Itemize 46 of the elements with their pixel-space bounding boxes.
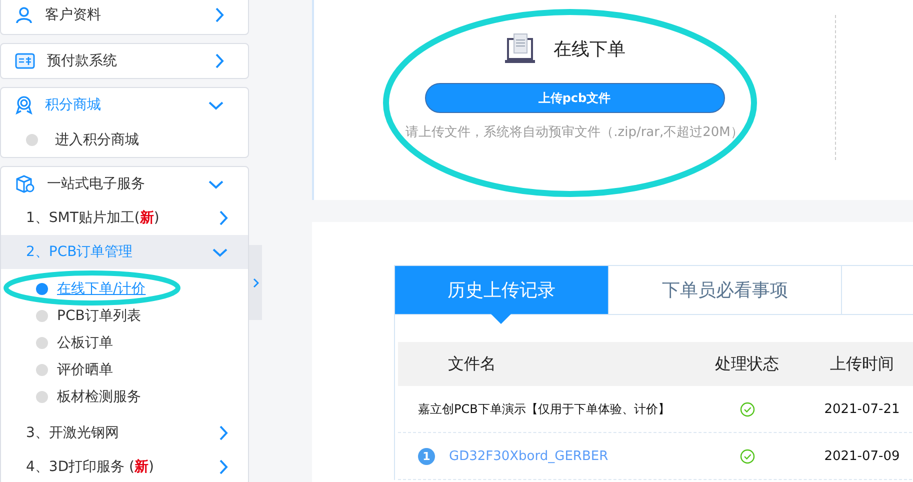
- bullet-dot: [36, 390, 48, 402]
- menu-item[interactable]: 公板订单: [1, 329, 248, 356]
- file-name: 嘉立创PCB下单演示【仅用于下单体验、计价】: [418, 400, 670, 418]
- menu-item[interactable]: PCB订单列表: [1, 302, 248, 329]
- menu-item[interactable]: 评价晒单: [1, 356, 248, 383]
- number-badge: 1: [418, 448, 435, 464]
- column-header: 文件名: [447, 354, 497, 374]
- table-cell-text: 2021-07-21: [823, 402, 901, 416]
- group-label: 预付款系统: [47, 52, 118, 70]
- group-label: 积分商城: [45, 96, 102, 114]
- chevron-right-icon: [219, 425, 228, 441]
- tab-pointer: [491, 314, 511, 324]
- bullet-dot: [26, 134, 38, 146]
- column-header: 上传时间: [829, 354, 895, 374]
- group-label: 一站式电子服务: [47, 175, 146, 193]
- sidebar-group[interactable]: 一站式电子服务: [1, 167, 248, 201]
- upload-title: 在线下单: [554, 38, 626, 61]
- collapse-handle[interactable]: [249, 245, 262, 320]
- box-icon: [15, 174, 35, 194]
- submenu-item[interactable]: 1、SMT贴片加工(新): [1, 201, 248, 235]
- menu-item[interactable]: 进入积分商城: [1, 122, 248, 157]
- chevron-right-icon: [215, 53, 224, 69]
- chevron-right-icon: [252, 278, 258, 288]
- card-icon: [15, 53, 35, 69]
- table-cell-text: 2021-07-09: [823, 448, 901, 464]
- person-icon: [15, 6, 33, 24]
- group-label: 客户资料: [45, 6, 102, 24]
- upload-hint: 请上传文件，系统将自动预审文件（.zip/rar,不超过20M）: [406, 124, 744, 141]
- chevron-right-icon: [219, 210, 228, 226]
- award-icon: [15, 95, 33, 115]
- chevron-down-icon: [208, 100, 224, 110]
- sidebar-group[interactable]: 客户资料: [1, 0, 248, 34]
- chevron-down-icon: [208, 180, 224, 188]
- bullet-dot: [36, 336, 48, 348]
- bullet-dot: [36, 282, 48, 294]
- sidebar-group[interactable]: 预付款系统: [1, 44, 248, 78]
- laptop-document-icon: [504, 33, 536, 65]
- chevron-right-icon: [215, 7, 224, 23]
- bullet-dot: [36, 310, 48, 322]
- menu-item[interactable]: 板材检测服务: [1, 383, 248, 410]
- chevron-right-icon: [219, 459, 228, 475]
- submenu-item[interactable]: 3、开激光钢网: [1, 416, 248, 450]
- submenu-item[interactable]: 4、3D打印服务 (新): [1, 450, 248, 482]
- bullet-dot: [36, 364, 48, 376]
- column-header: 处理状态: [714, 354, 780, 374]
- chevron-down-icon: [212, 248, 228, 256]
